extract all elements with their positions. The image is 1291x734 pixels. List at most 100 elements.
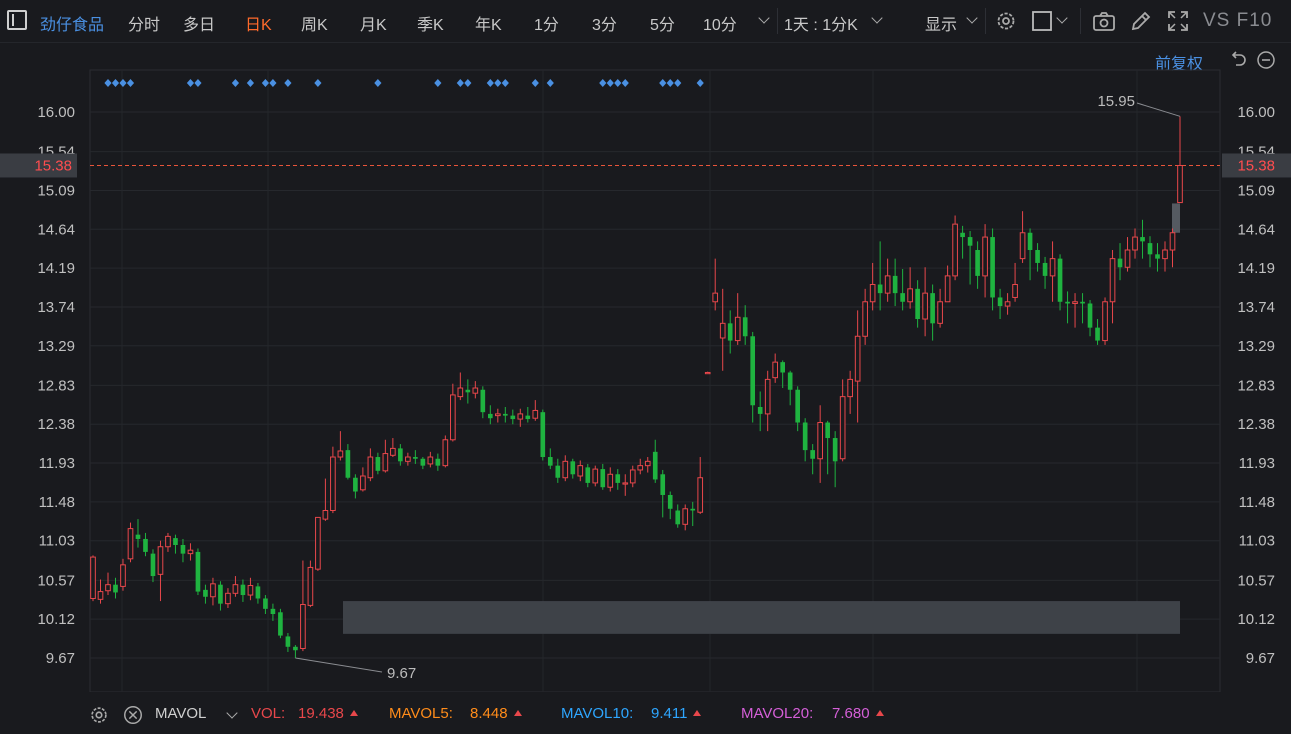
- more-periods-chevron-icon[interactable]: [758, 12, 770, 24]
- period-select[interactable]: 1天 : 1分K: [784, 11, 858, 35]
- y-tick-label-left: 16.00: [37, 104, 75, 121]
- close-indicator-icon[interactable]: [122, 704, 144, 726]
- tab-10min[interactable]: 10分: [703, 11, 737, 35]
- vs-f10-button[interactable]: VS F10: [1203, 10, 1272, 32]
- candle: [675, 504, 681, 528]
- candle-body: [457, 387, 464, 398]
- candle: [592, 465, 599, 487]
- candle: [300, 560, 306, 652]
- candle: [615, 469, 621, 490]
- candle-body: [510, 415, 516, 420]
- camera-icon[interactable]: [1092, 9, 1116, 33]
- candle-body: [165, 535, 171, 548]
- candle: [195, 548, 201, 596]
- tab-5min[interactable]: 5分: [650, 11, 675, 35]
- candle: [210, 577, 216, 606]
- candle: [585, 463, 591, 488]
- candle-body: [982, 236, 988, 277]
- event-marker-diamond: [659, 79, 667, 87]
- candle: [967, 231, 973, 285]
- candle-body: [854, 335, 861, 382]
- tab-monthly-k[interactable]: 月K: [360, 11, 387, 35]
- candle-body: [660, 474, 666, 495]
- candle-body: [270, 608, 276, 615]
- candle-body: [570, 461, 576, 475]
- period-select-chevron-icon[interactable]: [871, 12, 883, 24]
- candle-body: [600, 469, 606, 488]
- candle: [644, 457, 651, 473]
- display-select[interactable]: 显示: [925, 11, 957, 35]
- tab-multi-day[interactable]: 多日: [183, 11, 215, 35]
- candle-body: [247, 585, 254, 596]
- candle: [637, 458, 644, 475]
- shape-chevron-icon[interactable]: [1056, 12, 1068, 24]
- indicator-settings-gear-icon[interactable]: [88, 704, 110, 726]
- candle-body: [157, 546, 164, 575]
- candle: [562, 455, 569, 482]
- candle: [607, 467, 614, 492]
- candle-body: [1177, 164, 1183, 204]
- candle-body: [367, 456, 374, 479]
- candle-body: [922, 292, 928, 320]
- vol-value: 19.438: [298, 705, 358, 722]
- tab-3min[interactable]: 3分: [592, 11, 617, 35]
- candle: [922, 267, 928, 337]
- tab-daily-k[interactable]: 日K: [245, 11, 272, 35]
- tab-weekly-k[interactable]: 周K: [301, 11, 328, 35]
- candle-body: [825, 422, 830, 439]
- tab-quarterly-k[interactable]: 季K: [417, 11, 444, 35]
- candle-body: [360, 475, 366, 491]
- event-marker-diamond: [186, 79, 195, 87]
- candle-body: [337, 450, 344, 458]
- candle: [757, 391, 763, 432]
- candle: [1087, 300, 1093, 337]
- candle: [540, 409, 546, 461]
- indicator-chevron-icon[interactable]: [226, 707, 238, 719]
- candle-body: [353, 477, 358, 492]
- display-chevron-icon[interactable]: [966, 12, 978, 24]
- candle-body: [1012, 284, 1018, 298]
- candle-body: [1095, 327, 1100, 341]
- fullscreen-icon[interactable]: [1166, 9, 1190, 33]
- candle: [682, 504, 689, 531]
- candle: [1147, 236, 1153, 268]
- tab-1min[interactable]: 1分: [534, 11, 559, 35]
- candlestick-chart[interactable]: 16.00 16.0015.54 15.5415.09 15.0914.64 14.64…: [0, 42, 1291, 692]
- candle: [690, 501, 696, 527]
- toolbar-divider: [777, 8, 778, 34]
- candle: [218, 581, 223, 611]
- menu-icon[interactable]: [7, 10, 27, 30]
- candle-body: [622, 482, 629, 485]
- candle: [854, 310, 861, 423]
- candle: [113, 577, 118, 599]
- candle: [652, 439, 658, 483]
- event-marker-diamond: [231, 79, 240, 87]
- tab-intraday[interactable]: 分时: [128, 11, 160, 35]
- event-marker-diamond: [246, 79, 255, 87]
- settings-gear-icon[interactable]: [994, 9, 1018, 33]
- candle: [330, 446, 336, 514]
- candle: [952, 215, 958, 281]
- candle-body: [1072, 301, 1078, 304]
- low-price-label: 9.67: [387, 665, 416, 682]
- y-tick-label-left: 14.19: [37, 260, 75, 277]
- candle-body: [967, 237, 973, 246]
- candle-body: [465, 389, 471, 393]
- candle-body: [847, 378, 853, 398]
- candle-body: [375, 457, 381, 471]
- candle-body: [127, 528, 134, 560]
- candle: [1162, 241, 1168, 272]
- candle-body: [675, 510, 681, 525]
- candle: [337, 431, 344, 461]
- stock-name[interactable]: 劲仔食品: [40, 11, 104, 35]
- pencil-icon[interactable]: [1129, 9, 1153, 33]
- candle-body: [1042, 262, 1048, 276]
- candle: [1140, 219, 1145, 259]
- y-tick-label-right: 13.74: [1237, 299, 1275, 316]
- square-shape-icon[interactable]: [1031, 9, 1055, 33]
- candle: [472, 381, 479, 399]
- candle-body: [1147, 243, 1153, 255]
- indicator-name[interactable]: MAVOL: [155, 705, 206, 722]
- candle-body: [990, 237, 995, 298]
- tab-yearly-k[interactable]: 年K: [475, 11, 502, 35]
